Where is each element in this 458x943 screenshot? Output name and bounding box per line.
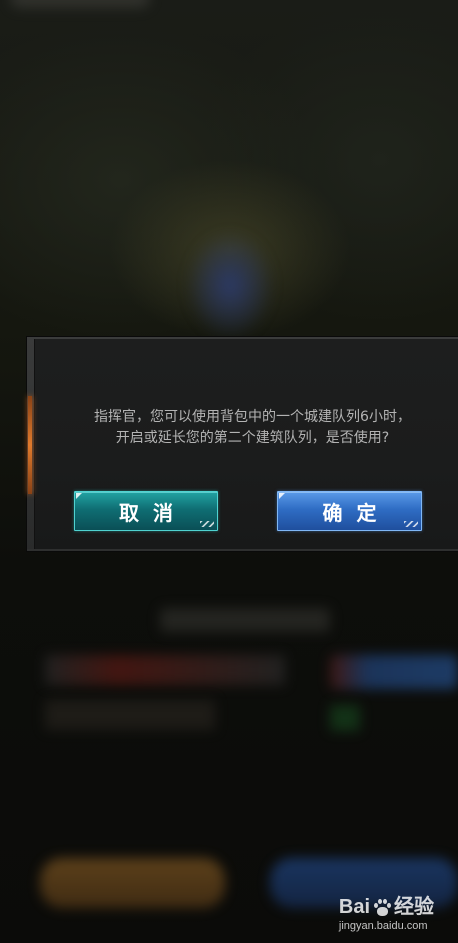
background-character <box>185 230 275 340</box>
background-row-indicator <box>330 705 360 731</box>
dialog-message-line: 指挥官，您可以使用背包中的一个城建队列6小时， <box>94 409 411 425</box>
background-panel-title <box>160 608 330 632</box>
background-list-row <box>45 700 215 730</box>
background-top-bar <box>10 0 150 8</box>
dialog-message-line: 开启或延长您的第二个建筑队列，是否使用? <box>115 430 390 446</box>
baidu-paw-icon <box>373 898 391 916</box>
confirm-button[interactable]: 确定 <box>277 491 422 531</box>
watermark-brand-suffix: 经验 <box>394 896 434 918</box>
dialog-accent-bar <box>28 396 32 494</box>
game-screen: 指挥官，您可以使用背包中的一个城建队列6小时， 开启或延长您的第二个建筑队列，是… <box>0 0 458 943</box>
background-row-button <box>330 655 458 689</box>
watermark-url: jingyan.baidu.com <box>338 920 428 932</box>
confirm-dialog: 指挥官，您可以使用背包中的一个城建队列6小时， 开启或延长您的第二个建筑队列，是… <box>27 337 458 551</box>
corner-notch-icon <box>76 493 82 499</box>
dialog-message: 指挥官，您可以使用背包中的一个城建队列6小时， 开启或延长您的第二个建筑队列，是… <box>57 407 448 449</box>
cancel-button[interactable]: 取消 <box>74 491 218 531</box>
corner-stripes-icon <box>404 521 418 527</box>
background-list-row <box>45 655 285 685</box>
confirm-button-label: 确定 <box>322 500 391 525</box>
corner-stripes-icon <box>200 521 214 527</box>
corner-notch-icon <box>279 493 285 499</box>
baidu-watermark: Bai 经验 jingyan.baidu.com <box>339 896 434 933</box>
cancel-button-label: 取消 <box>119 500 187 525</box>
background-orange-button <box>40 858 225 908</box>
watermark-logo: Bai 经验 <box>339 896 434 918</box>
watermark-brand-prefix: Bai <box>338 896 370 918</box>
